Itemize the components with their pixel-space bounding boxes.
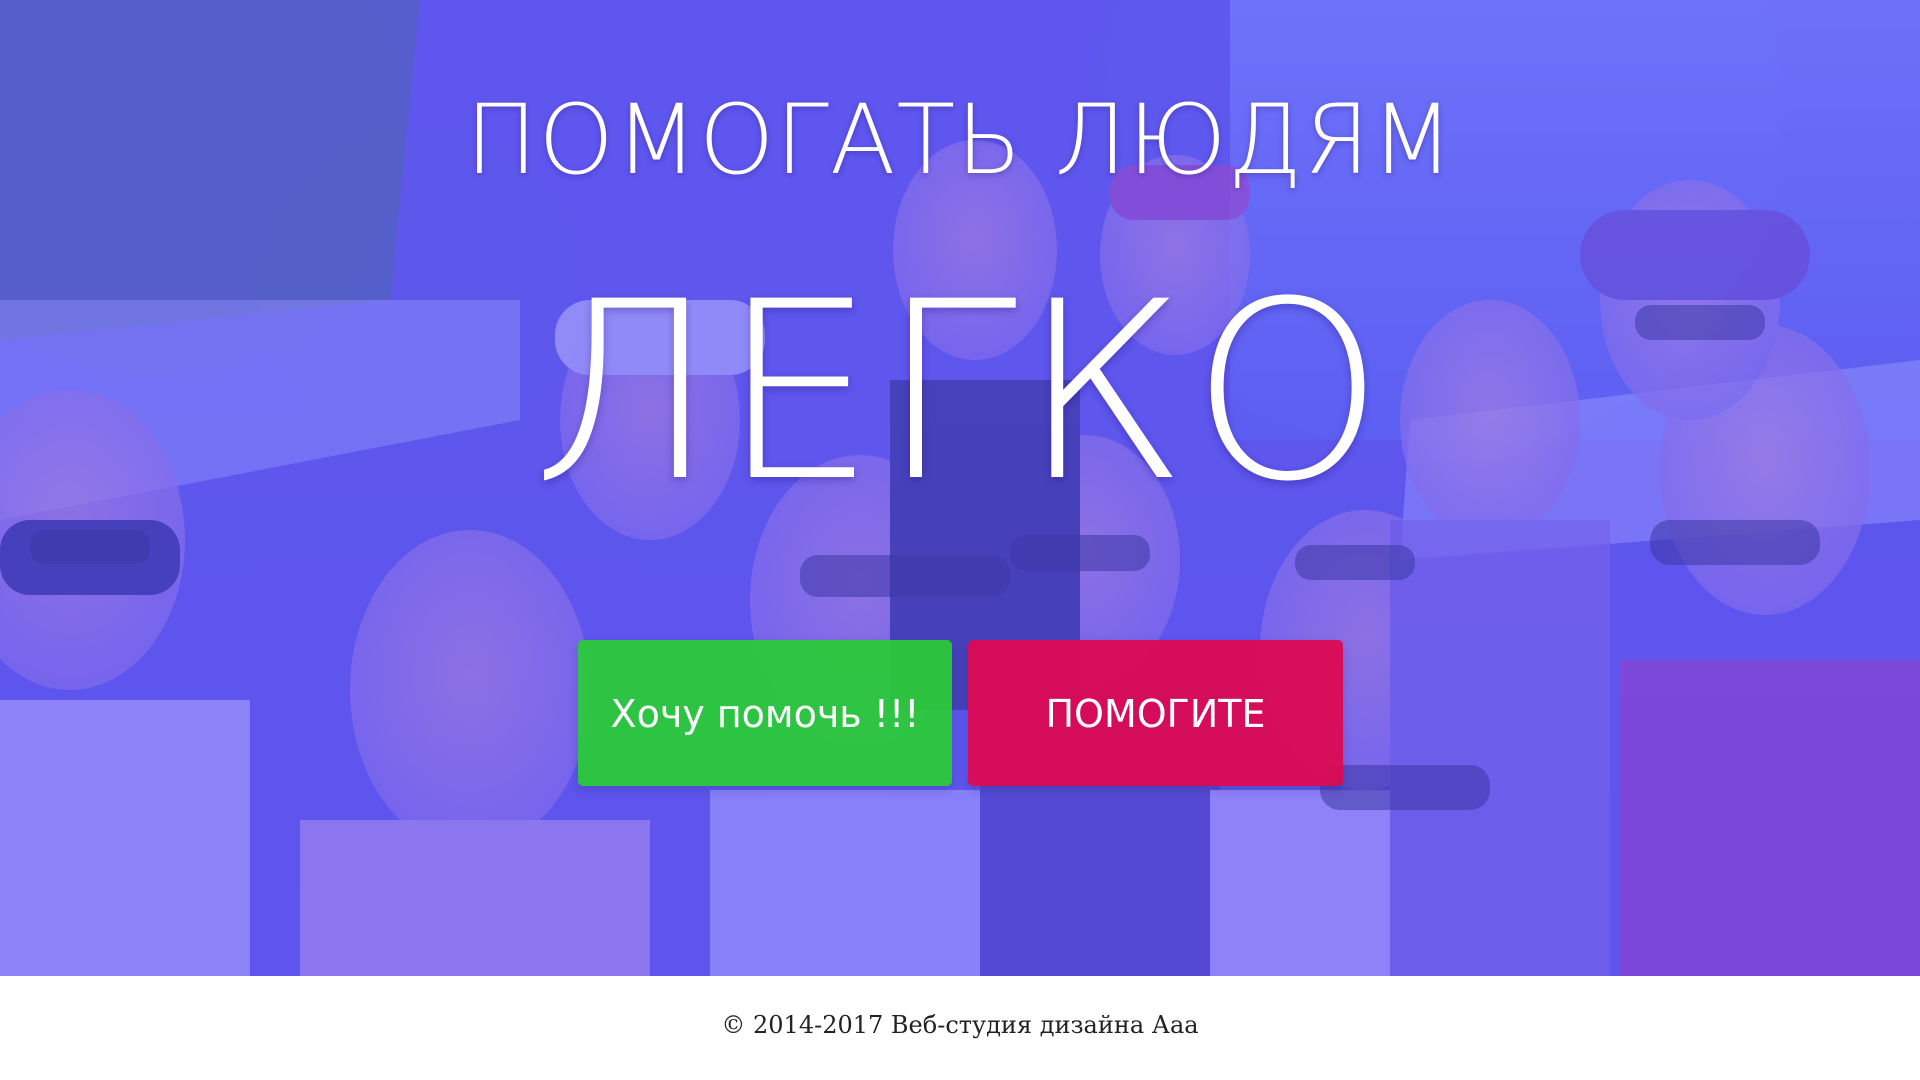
landing-page: ПОМОГАТЬ ЛЮДЯМ ЛЕГКО Хочу помочь !!! ПОМ… [0, 0, 1920, 1080]
copyright-text: © 2014-2017 Веб-студия дизайна Ааа [721, 1011, 1199, 1039]
hero-action-buttons: Хочу помочь !!! ПОМОГИТЕ [578, 640, 1343, 786]
hero-headline-top: ПОМОГАТЬ ЛЮДЯМ [465, 84, 1455, 196]
need-help-button[interactable]: ПОМОГИТЕ [968, 640, 1343, 786]
page-footer: © 2014-2017 Веб-студия дизайна Ааа [0, 976, 1920, 1080]
hero-headline-main: ЛЕГКО [531, 250, 1389, 536]
hero-banner: ПОМОГАТЬ ЛЮДЯМ ЛЕГКО Хочу помочь !!! ПОМ… [0, 0, 1920, 976]
want-to-help-button[interactable]: Хочу помочь !!! [578, 640, 952, 786]
